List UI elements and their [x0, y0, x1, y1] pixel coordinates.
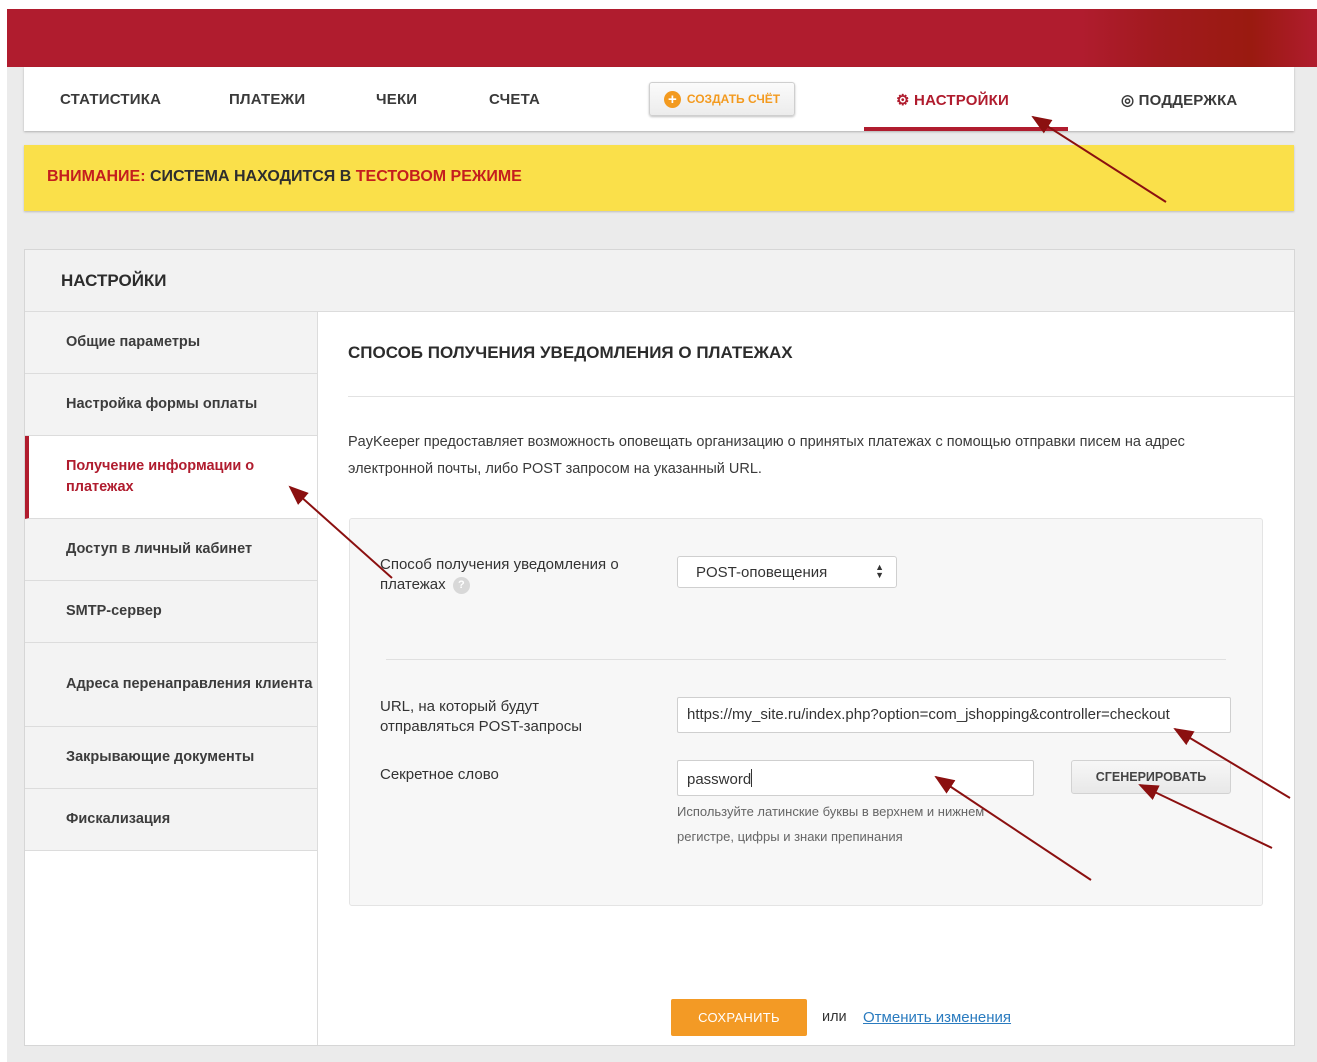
url-label: URL, на который будут отправляться POST-… — [380, 698, 582, 735]
content-divider — [348, 396, 1294, 397]
nav-invoices[interactable]: СЧЕТА — [489, 91, 540, 108]
nav-active-underline — [864, 127, 1068, 131]
main-nav: СТАТИСТИКА ПЛАТЕЖИ ЧЕКИ СЧЕТА + СОЗДАТЬ … — [24, 67, 1294, 131]
warning-label: ВНИМАНИЕ: — [47, 168, 146, 185]
notify-method-value: POST-оповещения — [696, 564, 828, 581]
secret-word-value: password — [687, 771, 752, 788]
panel-header: НАСТРОЙКИ — [25, 250, 1294, 312]
gear-icon: ⚙ — [896, 92, 910, 109]
save-button[interactable]: СОХРАНИТЬ — [671, 999, 807, 1036]
create-invoice-button[interactable]: + СОЗДАТЬ СЧЁТ — [649, 82, 795, 116]
warning-mode: ТЕСТОВОМ РЕЖИМЕ — [355, 168, 522, 185]
form-divider — [386, 659, 1226, 660]
notify-method-select[interactable]: POST-оповещения ▲ ▼ — [677, 556, 897, 588]
nav-receipts[interactable]: ЧЕКИ — [376, 91, 417, 108]
or-text: или — [822, 1009, 847, 1025]
create-invoice-label: СОЗДАТЬ СЧЁТ — [686, 92, 781, 106]
lifebuoy-icon: ◎ — [1121, 92, 1135, 109]
nav-settings-label: НАСТРОЙКИ — [914, 92, 1009, 109]
sidebar-item-closing-docs[interactable]: Закрывающие документы — [25, 727, 317, 789]
content-description: PayKeeper предоставляет возможность опов… — [348, 434, 1185, 477]
generate-button[interactable]: СГЕНЕРИРОВАТЬ — [1071, 760, 1231, 794]
secret-word-hint: Используйте латинские буквы в верхнем и … — [677, 804, 985, 844]
sidebar-item-fiscal[interactable]: Фискализация — [25, 789, 317, 851]
text-caret — [751, 769, 753, 787]
settings-sidebar: Общие параметры Настройка формы оплаты П… — [25, 312, 318, 1045]
notify-method-label-text: Способ получения уведомления о платежах — [380, 556, 619, 593]
sidebar-item-general[interactable]: Общие параметры — [25, 312, 317, 374]
url-input[interactable]: https://my_site.ru/index.php?option=com_… — [677, 697, 1231, 733]
sidebar-item-redirect[interactable]: Адреса перенаправления клиента — [25, 643, 317, 727]
nav-statistics[interactable]: СТАТИСТИКА — [60, 91, 161, 108]
settings-panel: НАСТРОЙКИ Общие параметры Настройка форм… — [24, 249, 1295, 1046]
sidebar-item-payment-form[interactable]: Настройка формы оплаты — [25, 374, 317, 436]
sidebar-item-cabinet-access[interactable]: Доступ в личный кабинет — [25, 519, 317, 581]
warning-text: ВНИМАНИЕ: СИСТЕМА НАХОДИТСЯ В ТЕСТОВОМ Р… — [47, 168, 522, 186]
content-title: СПОСОБ ПОЛУЧЕНИЯ УВЕДОМЛЕНИЯ О ПЛАТЕЖАХ — [348, 343, 793, 362]
nav-settings[interactable]: ⚙ НАСТРОЙКИ — [896, 91, 1009, 109]
test-mode-warning: ВНИМАНИЕ: СИСТЕМА НАХОДИТСЯ В ТЕСТОВОМ Р… — [24, 145, 1294, 211]
secret-word-input[interactable]: password — [677, 760, 1034, 796]
plus-circle-icon: + — [663, 90, 681, 108]
nav-support-label: ПОДДЕРЖКА — [1138, 92, 1238, 109]
notify-method-label: Способ получения уведомления о платежах … — [380, 555, 645, 595]
app-frame: СТАТИСТИКА ПЛАТЕЖИ ЧЕКИ СЧЕТА + СОЗДАТЬ … — [7, 9, 1317, 1062]
settings-content: СПОСОБ ПОЛУЧЕНИЯ УВЕДОМЛЕНИЯ О ПЛАТЕЖАХ … — [318, 312, 1294, 1045]
sidebar-item-payment-info[interactable]: Получение информации о платежах — [25, 436, 317, 519]
warning-message: СИСТЕМА НАХОДИТСЯ В — [145, 168, 356, 185]
notification-form: Способ получения уведомления о платежах … — [349, 518, 1263, 906]
nav-support[interactable]: ◎ ПОДДЕРЖКА — [1121, 91, 1237, 109]
top-brand-bar — [7, 9, 1317, 67]
sidebar-item-smtp[interactable]: SMTP-сервер — [25, 581, 317, 643]
nav-payments[interactable]: ПЛАТЕЖИ — [229, 91, 305, 108]
secret-word-label: Секретное слово — [380, 766, 499, 783]
panel-title: НАСТРОЙКИ — [61, 271, 167, 290]
help-icon[interactable]: ? — [452, 577, 470, 594]
cancel-changes-link[interactable]: Отменить изменения — [863, 1009, 1011, 1026]
select-updown-icon: ▲ ▼ — [875, 562, 884, 580]
